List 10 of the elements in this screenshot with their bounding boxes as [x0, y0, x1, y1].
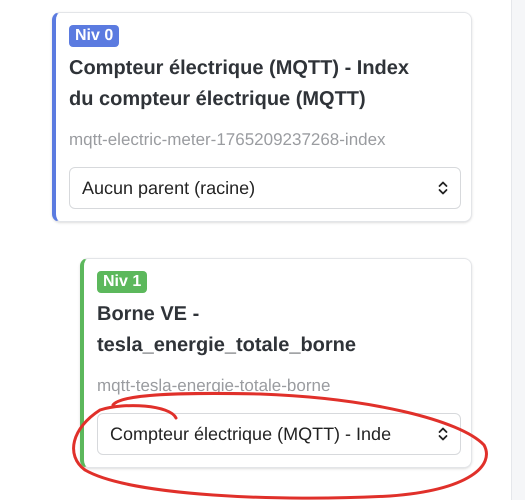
- entity-id: mqtt-electric-meter-1765209237268-index: [69, 129, 387, 151]
- chevron-up-down-icon: [438, 181, 448, 195]
- parent-select[interactable]: Aucun parent (racine): [69, 167, 461, 209]
- chevron-up-down-icon: [438, 427, 448, 441]
- parent-select[interactable]: Compteur électrique (MQTT) - Inde: [97, 413, 461, 455]
- card-title: Borne VE - tesla_energie_totale_borne: [97, 302, 357, 358]
- entity-id: mqtt-tesla-energie-totale-borne: [97, 375, 332, 397]
- level-badge: Niv 1: [97, 271, 148, 293]
- level-badge: Niv 0: [69, 25, 120, 47]
- card-title: Compteur électrique (MQTT) - Index du compteur électrique (MQTT): [69, 56, 410, 112]
